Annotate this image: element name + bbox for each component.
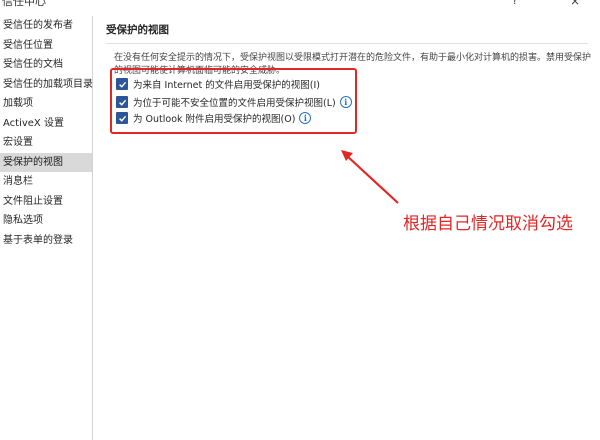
checkmark-icon (118, 81, 126, 88)
option-internet-files[interactable]: 为来自 Internet 的文件启用受保护的视图(I) (116, 76, 320, 92)
sidebar-item-trusted-documents[interactable]: 受信任的文档 (0, 55, 92, 75)
option-label: 为位于可能不安全位置的文件启用受保护视图(L) (133, 98, 336, 109)
sidebar-item-activex-settings[interactable]: ActiveX 设置 (0, 114, 92, 134)
checkbox-internet-files[interactable] (116, 78, 128, 90)
section-title: 受保护的视图 (106, 22, 588, 44)
protected-view-panel: 受保护的视图 在没有任何安全提示的情况下，受保护视图以受限模式打开潜在的危险文件… (106, 22, 592, 125)
sidebar-item-trusted-locations[interactable]: 受信任位置 (0, 36, 92, 56)
section-description: 在没有任何安全提示的情况下，受保护视图以受限模式打开潜在的危险文件，有助于最小化… (114, 53, 592, 76)
sidebar-item-protected-view[interactable]: 受保护的视图 (0, 152, 92, 172)
sidebar-item-macro-settings[interactable]: 宏设置 (0, 133, 92, 153)
help-icon[interactable]: ? (512, 0, 518, 7)
sidebar: 受信任的发布者 受信任位置 受信任的文档 受信任的加载项目录 加载项 Activ… (0, 16, 93, 440)
checkmark-icon (118, 99, 126, 106)
checkmark-icon (118, 115, 126, 122)
option-unsafe-locations[interactable]: 为位于可能不安全位置的文件启用受保护视图(L) i (116, 94, 352, 110)
window-title: 信任中心 (2, 0, 46, 8)
checkbox-unsafe-locations[interactable] (116, 96, 128, 108)
sidebar-item-privacy-options[interactable]: 隐私选项 (0, 211, 92, 231)
sidebar-item-file-block-settings[interactable]: 文件阻止设置 (0, 192, 92, 212)
sidebar-item-message-bar[interactable]: 消息栏 (0, 172, 92, 192)
option-label: 为来自 Internet 的文件启用受保护的视图(I) (133, 80, 320, 91)
close-icon[interactable]: × (570, 0, 580, 8)
info-icon[interactable]: i (299, 112, 312, 124)
annotation-text: 根据自己情况取消勾选 (403, 214, 573, 234)
sidebar-item-form-based-signin[interactable]: 基于表单的登录 (0, 231, 92, 251)
sidebar-item-addins[interactable]: 加载项 (0, 94, 92, 114)
sidebar-item-trusted-addin-catalogs[interactable]: 受信任的加载项目录 (0, 75, 92, 95)
checkbox-outlook-attachments[interactable] (116, 112, 128, 124)
trust-center-window: 信任中心 ? × 受信任的发布者 受信任位置 受信任的文档 受信任的加载项目录 … (0, 0, 600, 440)
option-outlook-attachments[interactable]: 为 Outlook 附件启用受保护的视图(O) i (116, 110, 312, 126)
sidebar-item-trusted-publishers[interactable]: 受信任的发布者 (0, 16, 92, 36)
option-label: 为 Outlook 附件启用受保护的视图(O) (133, 114, 296, 125)
info-icon[interactable]: i (339, 96, 352, 108)
